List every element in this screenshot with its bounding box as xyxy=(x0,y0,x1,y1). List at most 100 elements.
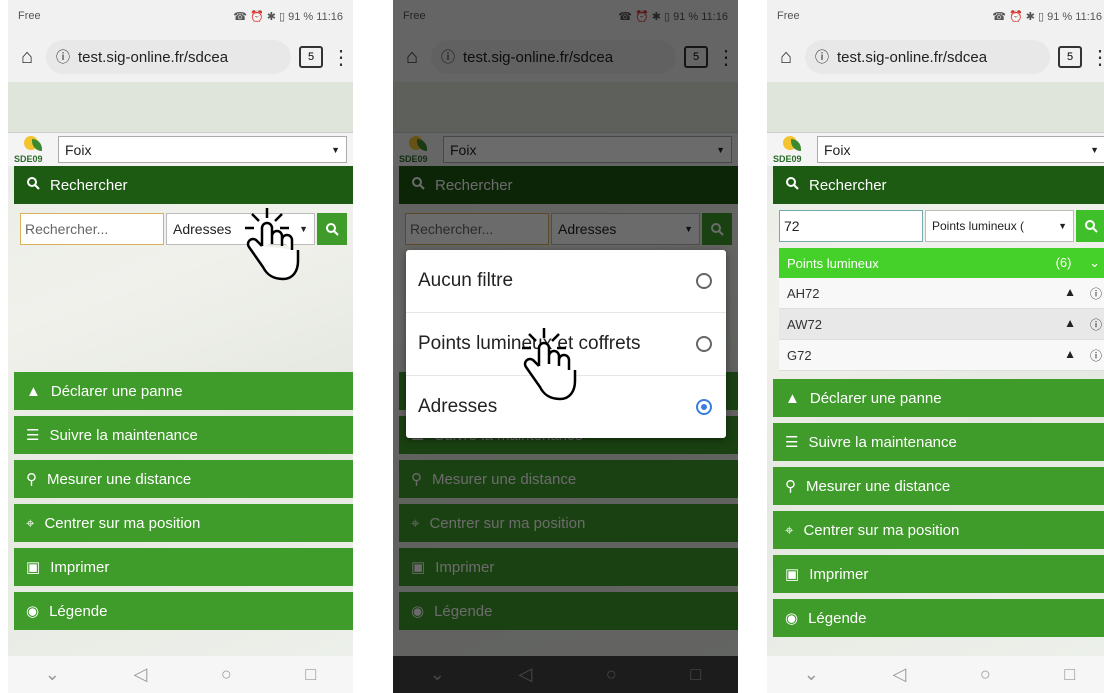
map-app: SDE09 Foix ▼ Rechercher 72 Points lumine… xyxy=(767,82,1104,656)
menu-item-print[interactable]: ▣Imprimer xyxy=(14,548,353,586)
search-icon xyxy=(326,223,339,236)
search-submit-button[interactable] xyxy=(1076,210,1104,242)
phone-screen-3: Free ☎ ⏰ ✱ ▯ 91 % 11:16 ⌂ ⓘ test.sig-onl… xyxy=(767,0,1104,693)
search-icon xyxy=(26,176,40,194)
clock: 11:16 xyxy=(1075,10,1102,23)
filter-value: Adresses xyxy=(173,221,232,237)
chevron-down-icon: ▼ xyxy=(331,144,340,155)
search-input[interactable]: Rechercher... xyxy=(20,213,164,245)
menu-item-center-position[interactable]: ⌖Centrer sur ma position xyxy=(773,511,1104,549)
chevron-down-icon[interactable]: ⌄ xyxy=(804,664,819,685)
warning-icon[interactable]: ▲ xyxy=(1064,316,1076,333)
recents-icon[interactable]: □ xyxy=(1064,664,1075,685)
home-icon[interactable]: ⌂ xyxy=(16,46,38,69)
chevron-down-icon: ▼ xyxy=(1090,144,1099,155)
list-icon: ☰ xyxy=(785,434,799,451)
menu-item-maintenance[interactable]: ☰Suivre la maintenance xyxy=(773,423,1104,461)
search-header[interactable]: Rechercher xyxy=(773,166,1104,204)
location-icon: ⌖ xyxy=(26,514,35,532)
back-icon[interactable]: ◁ xyxy=(892,664,906,685)
location-icon: ⌖ xyxy=(785,521,794,539)
url-text: test.sig-online.fr/sdcea xyxy=(837,48,988,66)
address-bar[interactable]: ⓘ test.sig-online.fr/sdcea xyxy=(805,40,1050,74)
results-group-header[interactable]: Points lumineux (6) ⌄ xyxy=(779,248,1104,278)
carrier-label: Free xyxy=(18,10,41,22)
status-right: ☎ ⏰ ✱ ▯ 91 % 11:16 xyxy=(233,10,343,23)
tap-hand-icon xyxy=(245,208,300,281)
home-icon[interactable]: ⌂ xyxy=(775,46,797,69)
document-icon: ▣ xyxy=(785,566,800,583)
carrier-label: Free xyxy=(777,10,800,22)
chevron-down-icon[interactable]: ⌄ xyxy=(45,664,60,685)
filter-option-none[interactable]: Aucun filtre xyxy=(406,250,726,313)
browser-toolbar: ⌂ ⓘ test.sig-online.fr/sdcea 5 ⋮ xyxy=(8,32,353,82)
info-icon[interactable]: ⓘ xyxy=(1090,316,1102,333)
address-bar[interactable]: ⓘ test.sig-online.fr/sdcea xyxy=(46,40,291,74)
menu-item-report-fault[interactable]: ▲Déclarer une panne xyxy=(773,379,1104,417)
pin-icon: ⚲ xyxy=(26,471,37,488)
clock: 11:16 xyxy=(316,10,343,23)
home-circle-icon[interactable]: ○ xyxy=(221,664,232,685)
menu-item-measure[interactable]: ⚲Mesurer une distance xyxy=(14,460,353,498)
radio-button[interactable] xyxy=(696,273,712,289)
results-count: (6) xyxy=(1055,255,1072,270)
radio-button[interactable] xyxy=(696,336,712,352)
document-icon: ▣ xyxy=(26,559,41,576)
menu-item-print[interactable]: ▣Imprimer xyxy=(773,555,1104,593)
chevron-down-icon: ⌄ xyxy=(1089,255,1100,270)
menu-item-measure[interactable]: ⚲Mesurer une distance xyxy=(773,467,1104,505)
result-row[interactable]: AH72 ▲ ⓘ xyxy=(779,278,1104,309)
search-input[interactable]: 72 xyxy=(779,210,923,242)
home-circle-icon[interactable]: ○ xyxy=(980,664,991,685)
menu-item-legend[interactable]: ◉Légende xyxy=(14,592,353,630)
menu-item-center-position[interactable]: ⌖Centrer sur ma position xyxy=(14,504,353,542)
map-area-top[interactable] xyxy=(767,82,1104,132)
commune-value: Foix xyxy=(65,141,92,158)
warning-icon[interactable]: ▲ xyxy=(1064,285,1076,302)
commune-select[interactable]: Foix ▼ xyxy=(817,136,1104,163)
menu-item-legend[interactable]: ◉Légende xyxy=(773,599,1104,637)
search-submit-button[interactable] xyxy=(317,213,347,245)
menu-list: ▲Déclarer une panne ☰Suivre la maintenan… xyxy=(8,372,353,630)
search-filter-select[interactable]: Points lumineux ( ▼ xyxy=(925,210,1074,242)
radio-button-selected[interactable] xyxy=(696,399,712,415)
back-icon[interactable]: ◁ xyxy=(133,664,147,685)
warning-icon: ▲ xyxy=(785,389,800,407)
globe-icon: ◉ xyxy=(785,610,799,627)
tab-switcher-button[interactable]: 5 xyxy=(1058,46,1082,68)
pin-icon: ⚲ xyxy=(785,478,796,495)
menu-list: ▲Déclarer une panne ☰Suivre la maintenan… xyxy=(767,379,1104,637)
recents-icon[interactable]: □ xyxy=(305,664,316,685)
list-icon: ☰ xyxy=(26,427,40,444)
info-icon[interactable]: ⓘ xyxy=(1090,285,1102,302)
info-icon[interactable]: ⓘ xyxy=(815,47,829,67)
search-row: 72 Points lumineux ( ▼ xyxy=(767,204,1104,248)
search-icon xyxy=(1085,220,1098,233)
tap-hand-icon xyxy=(522,328,577,401)
menu-item-maintenance[interactable]: ☰Suivre la maintenance xyxy=(14,416,353,454)
commune-select[interactable]: Foix ▼ xyxy=(58,136,347,163)
globe-icon: ◉ xyxy=(26,603,40,620)
search-icon xyxy=(785,176,799,194)
map-app: SDE09 Foix ▼ Rechercher Rechercher... Ad… xyxy=(8,82,353,656)
phone-screen-1: Free ☎ ⏰ ✱ ▯ 91 % 11:16 ⌂ ⓘ test.sig-onl… xyxy=(8,0,353,693)
warning-icon: ▲ xyxy=(26,382,41,400)
android-nav-bar: ⌄ ◁ ○ □ xyxy=(767,656,1104,693)
warning-icon[interactable]: ▲ xyxy=(1064,347,1076,364)
status-indicators: ☎ ⏰ ✱ ▯ xyxy=(233,10,286,23)
overflow-menu-icon[interactable]: ⋮ xyxy=(331,45,351,70)
commune-value: Foix xyxy=(824,141,851,158)
result-row[interactable]: G72 ▲ ⓘ xyxy=(779,340,1104,371)
overflow-menu-icon[interactable]: ⋮ xyxy=(1090,45,1104,70)
search-header[interactable]: Rechercher xyxy=(14,166,353,204)
menu-item-report-fault[interactable]: ▲Déclarer une panne xyxy=(14,372,353,410)
info-icon[interactable]: ⓘ xyxy=(56,47,70,67)
tab-switcher-button[interactable]: 5 xyxy=(299,46,323,68)
sde09-logo: SDE09 xyxy=(14,135,54,164)
phone-screen-2: Free ☎ ⏰ ✱ ▯ 91 % 11:16 ⌂ ⓘ test.sig-onl… xyxy=(393,0,738,693)
result-row[interactable]: AW72 ▲ ⓘ xyxy=(779,309,1104,340)
status-right: ☎ ⏰ ✱ ▯ 91 % 11:16 xyxy=(992,10,1102,23)
commune-bar: SDE09 Foix ▼ xyxy=(767,132,1104,166)
info-icon[interactable]: ⓘ xyxy=(1090,347,1102,364)
map-area-top[interactable] xyxy=(8,82,353,132)
